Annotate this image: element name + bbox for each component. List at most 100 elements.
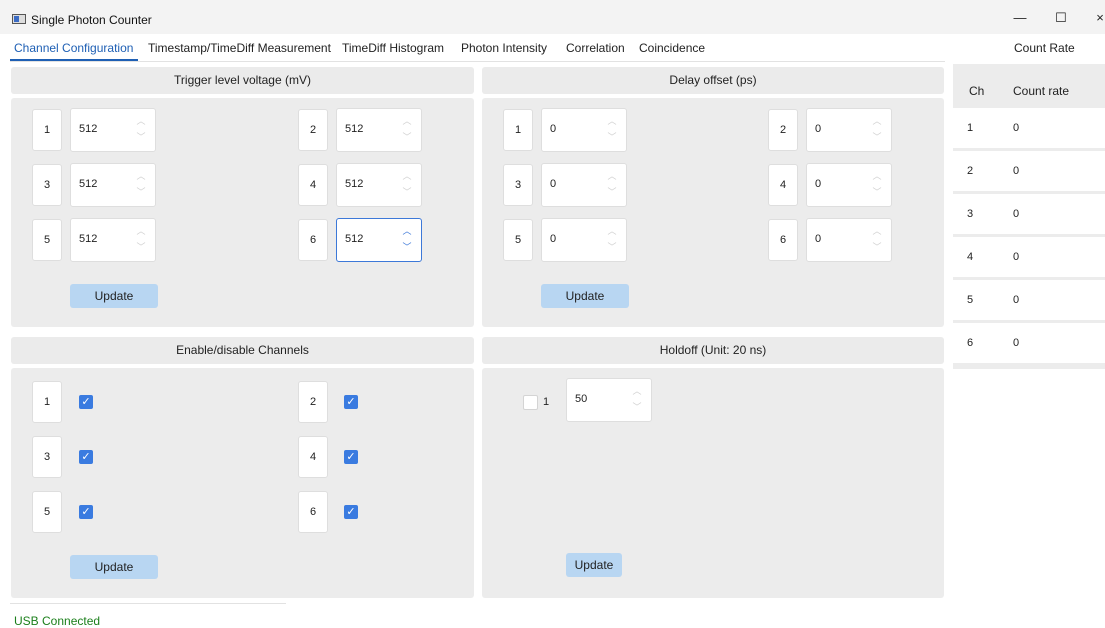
chevron-down-icon[interactable]: ﹀ xyxy=(631,402,643,412)
delay-ch-label: 1 xyxy=(503,109,533,151)
channel-enable-checkbox[interactable]: ✓ xyxy=(79,450,93,464)
enable-update-button[interactable]: Update xyxy=(70,555,158,579)
chevron-down-icon[interactable]: ﹀ xyxy=(606,187,618,197)
chevron-down-icon[interactable]: ﹀ xyxy=(871,242,883,252)
trigger-spinbox[interactable]: 512 ︿ ﹀ xyxy=(70,108,156,152)
spinbox-value[interactable]: 512 xyxy=(345,178,363,190)
channel-enable-checkbox[interactable]: ✓ xyxy=(344,505,358,519)
trigger-spinbox[interactable]: 512 ︿ ﹀ xyxy=(336,108,422,152)
row-ch: 2 xyxy=(967,165,974,177)
spinbox-value[interactable]: 512 xyxy=(79,233,97,245)
delay-spinbox[interactable]: 0 ︿ ﹀ xyxy=(541,163,627,207)
trigger-spinbox[interactable]: 512 ︿ ﹀ xyxy=(70,163,156,207)
spinbox-value[interactable]: 512 xyxy=(345,233,363,245)
chevron-up-icon[interactable]: ︿ xyxy=(871,171,883,181)
tab-correlation[interactable]: Correlation xyxy=(566,41,625,55)
row-rate: 0 xyxy=(1013,165,1020,177)
close-button[interactable]: × xyxy=(1085,8,1105,28)
delay-ch-label: 5 xyxy=(503,219,533,261)
row-ch: 1 xyxy=(967,122,974,134)
tab-photon-intensity[interactable]: Photon Intensity xyxy=(461,41,547,55)
spinbox-value[interactable]: 0 xyxy=(815,178,821,190)
enable-ch-label: 1 xyxy=(32,381,62,423)
chevron-down-icon[interactable]: ﹀ xyxy=(401,242,413,252)
trigger-spinbox[interactable]: 512 ︿ ﹀ xyxy=(70,218,156,262)
trigger-spinbox[interactable]: 512 ︿ ﹀ xyxy=(336,163,422,207)
minimize-button[interactable]: — xyxy=(1005,8,1035,28)
holdoff-spinbox[interactable]: 50 ︿ ﹀ xyxy=(566,378,652,422)
trigger-update-button[interactable]: Update xyxy=(70,284,158,308)
title-bar: Single Photon Counter — ☐ × xyxy=(0,0,1105,34)
table-row[interactable]: 60 xyxy=(953,323,1105,363)
chevron-up-icon[interactable]: ︿ xyxy=(606,116,618,126)
channel-enable-checkbox[interactable]: ✓ xyxy=(79,505,93,519)
table-row[interactable]: 40 xyxy=(953,237,1105,277)
delay-spinbox[interactable]: 0 ︿ ﹀ xyxy=(541,218,627,262)
trigger-ch-label: 5 xyxy=(32,219,62,261)
table-row[interactable]: 20 xyxy=(953,151,1105,191)
spinbox-value[interactable]: 50 xyxy=(575,393,587,405)
delay-ch-label: 2 xyxy=(768,109,798,151)
spinbox-value[interactable]: 0 xyxy=(550,178,556,190)
chevron-down-icon[interactable]: ﹀ xyxy=(135,187,147,197)
spinbox-value[interactable]: 512 xyxy=(79,123,97,135)
trigger-ch-label: 1 xyxy=(32,109,62,151)
spinbox-value[interactable]: 0 xyxy=(815,233,821,245)
channel-enable-checkbox[interactable]: ✓ xyxy=(344,395,358,409)
delay-spinbox[interactable]: 0 ︿ ﹀ xyxy=(806,108,892,152)
chevron-down-icon[interactable]: ﹀ xyxy=(871,187,883,197)
window-title: Single Photon Counter xyxy=(31,13,152,27)
row-ch: 6 xyxy=(967,337,974,349)
tab-channel-configuration[interactable]: Channel Configuration xyxy=(14,41,133,55)
holdoff-checkbox[interactable] xyxy=(523,395,538,410)
chevron-up-icon[interactable]: ︿ xyxy=(401,226,413,236)
holdoff-group xyxy=(482,368,944,598)
chevron-up-icon[interactable]: ︿ xyxy=(606,171,618,181)
chevron-down-icon[interactable]: ﹀ xyxy=(871,132,883,142)
chevron-up-icon[interactable]: ︿ xyxy=(135,171,147,181)
tab-timestamp-timediff[interactable]: Timestamp/TimeDiff Measurement xyxy=(148,41,331,55)
tab-bar: Channel Configuration Timestamp/TimeDiff… xyxy=(0,34,940,62)
row-rate: 0 xyxy=(1013,122,1020,134)
table-row[interactable]: 50 xyxy=(953,280,1105,320)
chevron-up-icon[interactable]: ︿ xyxy=(135,116,147,126)
enable-ch-label: 2 xyxy=(298,381,328,423)
tab-coincidence[interactable]: Coincidence xyxy=(639,41,705,55)
count-rate-tab[interactable]: Count Rate xyxy=(1014,41,1075,55)
spinbox-value[interactable]: 512 xyxy=(345,123,363,135)
channel-enable-checkbox[interactable]: ✓ xyxy=(79,395,93,409)
delay-spinbox[interactable]: 0 ︿ ﹀ xyxy=(541,108,627,152)
chevron-down-icon[interactable]: ﹀ xyxy=(135,242,147,252)
enable-ch-label: 5 xyxy=(32,491,62,533)
trigger-spinbox[interactable]: 512 ︿ ﹀ xyxy=(336,218,422,262)
chevron-up-icon[interactable]: ︿ xyxy=(871,226,883,236)
chevron-down-icon[interactable]: ﹀ xyxy=(135,132,147,142)
delay-spinbox[interactable]: 0 ︿ ﹀ xyxy=(806,163,892,207)
chevron-up-icon[interactable]: ︿ xyxy=(401,171,413,181)
channel-enable-checkbox[interactable]: ✓ xyxy=(344,450,358,464)
chevron-down-icon[interactable]: ﹀ xyxy=(606,242,618,252)
delay-spinbox[interactable]: 0 ︿ ﹀ xyxy=(806,218,892,262)
delay-update-button[interactable]: Update xyxy=(541,284,629,308)
row-ch: 5 xyxy=(967,294,974,306)
chevron-down-icon[interactable]: ﹀ xyxy=(401,187,413,197)
chevron-down-icon[interactable]: ﹀ xyxy=(606,132,618,142)
tab-timediff-histogram[interactable]: TimeDiff Histogram xyxy=(342,41,444,55)
chevron-down-icon[interactable]: ﹀ xyxy=(401,132,413,142)
chevron-up-icon[interactable]: ︿ xyxy=(135,226,147,236)
chevron-up-icon[interactable]: ︿ xyxy=(871,116,883,126)
trigger-ch-label: 4 xyxy=(298,164,328,206)
table-row[interactable]: 10 xyxy=(953,108,1105,148)
chevron-up-icon[interactable]: ︿ xyxy=(631,386,643,396)
chevron-up-icon[interactable]: ︿ xyxy=(606,226,618,236)
holdoff-group-header: Holdoff (Unit: 20 ns) xyxy=(482,337,944,364)
maximize-button[interactable]: ☐ xyxy=(1046,8,1076,28)
holdoff-update-button[interactable]: Update xyxy=(566,553,622,577)
spinbox-value[interactable]: 0 xyxy=(550,233,556,245)
spinbox-value[interactable]: 0 xyxy=(815,123,821,135)
spinbox-value[interactable]: 0 xyxy=(550,123,556,135)
table-row[interactable]: 30 xyxy=(953,194,1105,234)
trigger-ch-label: 2 xyxy=(298,109,328,151)
chevron-up-icon[interactable]: ︿ xyxy=(401,116,413,126)
spinbox-value[interactable]: 512 xyxy=(79,178,97,190)
